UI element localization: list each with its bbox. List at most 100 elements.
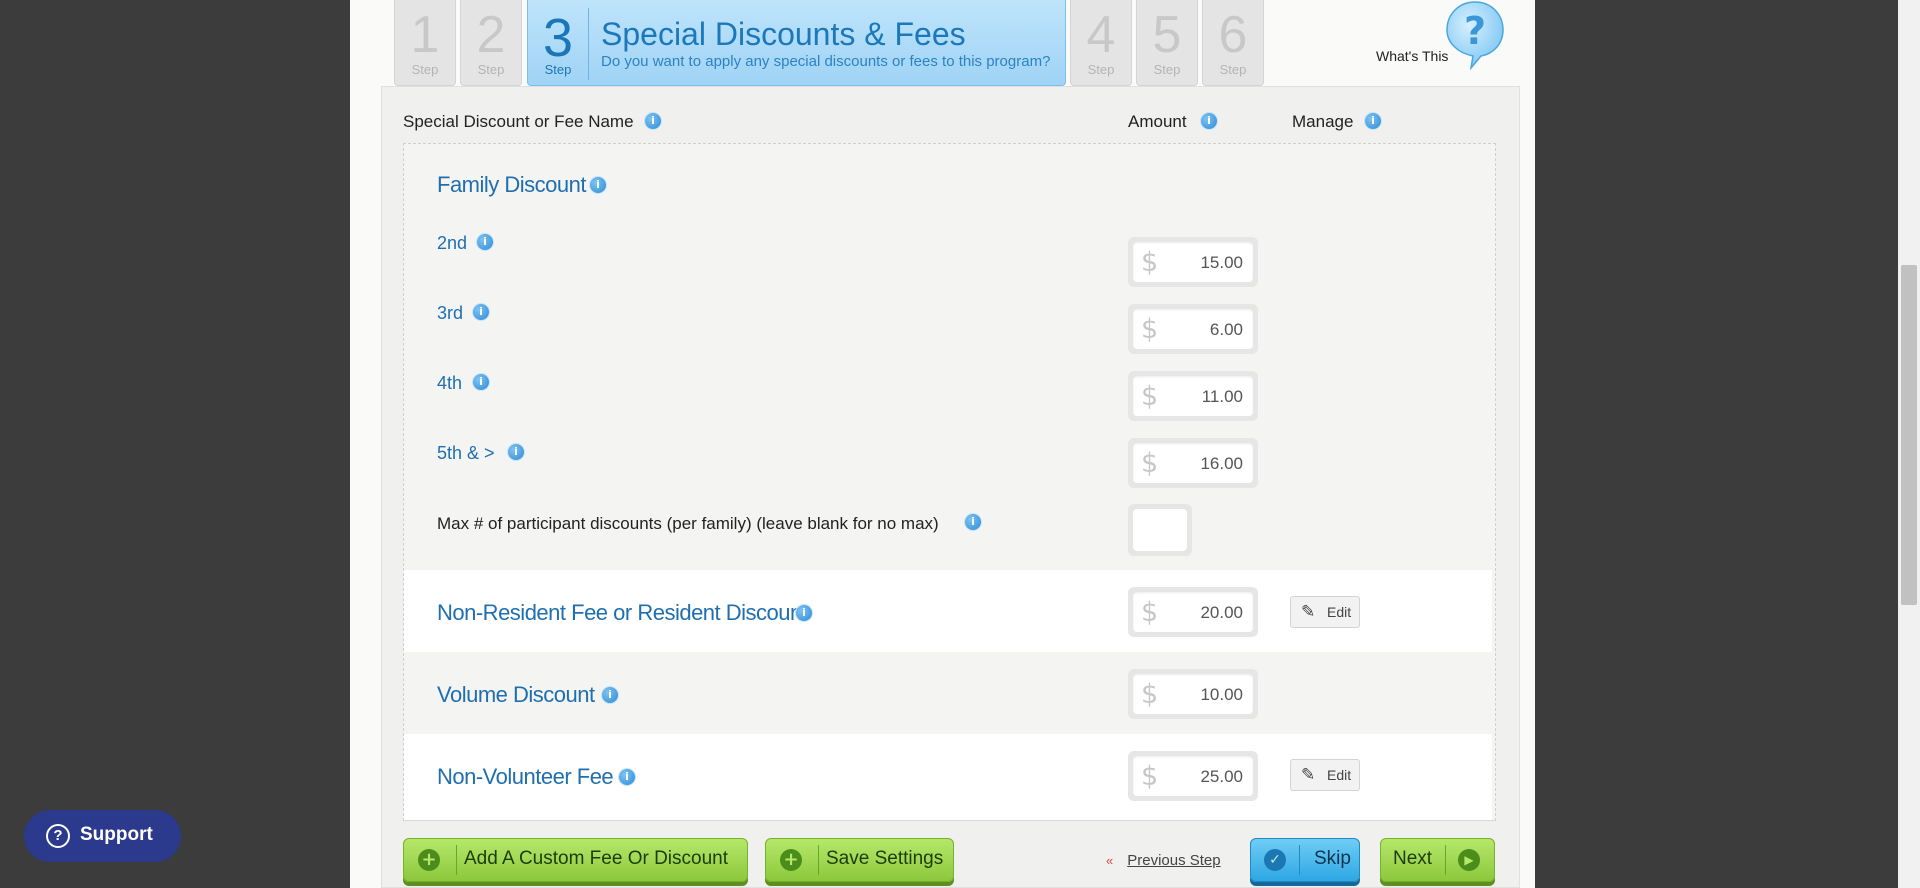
step-number: 4 <box>1086 6 1116 64</box>
support-button[interactable]: ? Support <box>24 810 181 862</box>
amount-field-volume[interactable]: $ 10.00 <box>1128 669 1258 719</box>
info-icon[interactable]: i <box>645 113 661 129</box>
column-header-manage: Manage <box>1292 112 1354 131</box>
info-icon[interactable]: i <box>590 177 606 193</box>
info-icon[interactable]: i <box>965 514 981 530</box>
edit-label: Edit <box>1327 767 1352 783</box>
whats-this-link[interactable]: What's This <box>1376 48 1448 64</box>
previous-step-label: Previous Step <box>1127 852 1221 869</box>
family-discount-title: Family Discount <box>437 172 586 197</box>
next-label: Next <box>1393 848 1433 869</box>
column-header-amount: Amount <box>1128 112 1187 131</box>
previous-step-link[interactable]: « Previous Step <box>1106 852 1221 869</box>
info-icon[interactable]: i <box>619 769 635 785</box>
step-label: Step <box>544 62 572 77</box>
step-subtitle: Do you want to apply any special discoun… <box>601 53 1051 70</box>
dollar-icon: $ <box>1141 597 1159 628</box>
max-discounts-label: Max # of participant discounts (per fami… <box>437 514 939 533</box>
button-divider <box>1445 845 1446 875</box>
step-label: Step <box>1087 62 1115 77</box>
max-discounts-input[interactable] <box>1128 504 1192 556</box>
step-number: 1 <box>410 6 440 64</box>
step-label: Step <box>1219 62 1247 77</box>
amount-field-3rd[interactable]: $ 6.00 <box>1128 304 1258 354</box>
amount-value: 15.00 <box>1200 253 1243 272</box>
step-divider <box>588 8 589 80</box>
amount-field-2nd[interactable]: $ 15.00 <box>1128 237 1258 287</box>
add-custom-fee-label: Add A Custom Fee Or Discount <box>464 848 729 869</box>
edit-button[interactable]: ✎ Edit <box>1290 759 1360 791</box>
dollar-icon: $ <box>1141 448 1159 479</box>
step-number: 5 <box>1152 6 1182 64</box>
check-icon: ✓ <box>1264 849 1286 871</box>
plus-icon: + <box>780 849 802 871</box>
step-title: Special Discounts & Fees <box>601 16 966 52</box>
info-icon[interactable]: i <box>473 304 489 320</box>
non-volunteer-fee-title: Non-Volunteer Fee <box>437 764 614 789</box>
dollar-icon: $ <box>1141 381 1159 412</box>
amount-value: 20.00 <box>1200 603 1243 622</box>
question-bubble-icon[interactable]: ? <box>1443 0 1507 70</box>
info-icon[interactable]: i <box>1201 113 1217 129</box>
step-number: 6 <box>1218 6 1248 64</box>
pencil-icon: ✎ <box>1301 602 1316 622</box>
question-circle-icon: ? <box>46 824 70 848</box>
left-background <box>0 0 350 888</box>
step-label: Step <box>411 62 439 77</box>
scrollbar-thumb[interactable] <box>1901 265 1917 605</box>
step-6-tab[interactable]: 6 Step <box>1202 0 1264 86</box>
amount-field-5th-plus[interactable]: $ 16.00 <box>1128 438 1258 488</box>
edit-button[interactable]: ✎ Edit <box>1290 596 1360 628</box>
tier-label-5th-plus: 5th & > <box>437 443 495 463</box>
info-icon[interactable]: i <box>473 374 489 390</box>
amount-value: 11.00 <box>1201 387 1243 406</box>
info-icon[interactable]: i <box>1365 113 1381 129</box>
amount-value: 25.00 <box>1200 767 1243 786</box>
tier-label-2nd: 2nd <box>437 233 468 253</box>
pencil-icon: ✎ <box>1301 765 1316 785</box>
info-icon[interactable]: i <box>602 687 618 703</box>
amount-value: 10.00 <box>1200 685 1243 704</box>
non-resident-fee-title: Non-Resident Fee or Resident Discount <box>437 600 808 625</box>
edit-label: Edit <box>1327 604 1352 620</box>
step-number: 2 <box>476 6 506 64</box>
dollar-icon: $ <box>1141 314 1159 345</box>
svg-text:?: ? <box>1464 9 1486 53</box>
amount-field-non-volunteer[interactable]: $ 25.00 <box>1128 751 1258 801</box>
step-2-tab[interactable]: 2 Step <box>460 0 522 86</box>
next-button[interactable]: Next ▶ <box>1380 838 1495 882</box>
step-4-tab[interactable]: 4 Step <box>1070 0 1132 86</box>
info-icon[interactable]: i <box>796 605 812 621</box>
dollar-icon: $ <box>1141 761 1159 792</box>
save-settings-label: Save Settings <box>826 848 944 869</box>
button-divider <box>818 845 819 875</box>
info-icon[interactable]: i <box>477 234 493 250</box>
double-chevron-left-icon: « <box>1106 853 1114 868</box>
column-header-name: Special Discount or Fee Name <box>403 112 634 131</box>
add-custom-fee-button[interactable]: + Add A Custom Fee Or Discount <box>403 838 748 882</box>
save-settings-button[interactable]: + Save Settings <box>765 838 954 882</box>
button-divider <box>456 845 457 875</box>
play-arrow-icon: ▶ <box>1458 849 1480 871</box>
volume-discount-title: Volume Discount <box>437 682 595 707</box>
step-label: Step <box>1153 62 1181 77</box>
button-divider <box>1299 845 1300 875</box>
dollar-icon: $ <box>1141 247 1159 278</box>
step-3-tab-active[interactable]: 3 Step Special Discounts & Fees Do you w… <box>527 0 1066 86</box>
step-5-tab[interactable]: 5 Step <box>1136 0 1198 86</box>
step-label: Step <box>477 62 505 77</box>
info-icon[interactable]: i <box>508 444 524 460</box>
step-1-tab[interactable]: 1 Step <box>394 0 456 86</box>
right-background <box>1535 0 1900 888</box>
support-label: Support <box>80 824 153 845</box>
amount-field-non-resident[interactable]: $ 20.00 <box>1128 587 1258 637</box>
tier-label-4th: 4th <box>437 373 463 393</box>
skip-button[interactable]: ✓ Skip <box>1250 838 1360 882</box>
amount-field-4th[interactable]: $ 11.00 <box>1128 371 1258 421</box>
amount-value: 16.00 <box>1200 454 1243 473</box>
amount-value: 6.00 <box>1209 320 1243 339</box>
tier-label-3rd: 3rd <box>437 303 464 323</box>
plus-icon: + <box>418 849 440 871</box>
max-discounts-value <box>1133 509 1187 551</box>
skip-label: Skip <box>1314 848 1351 869</box>
